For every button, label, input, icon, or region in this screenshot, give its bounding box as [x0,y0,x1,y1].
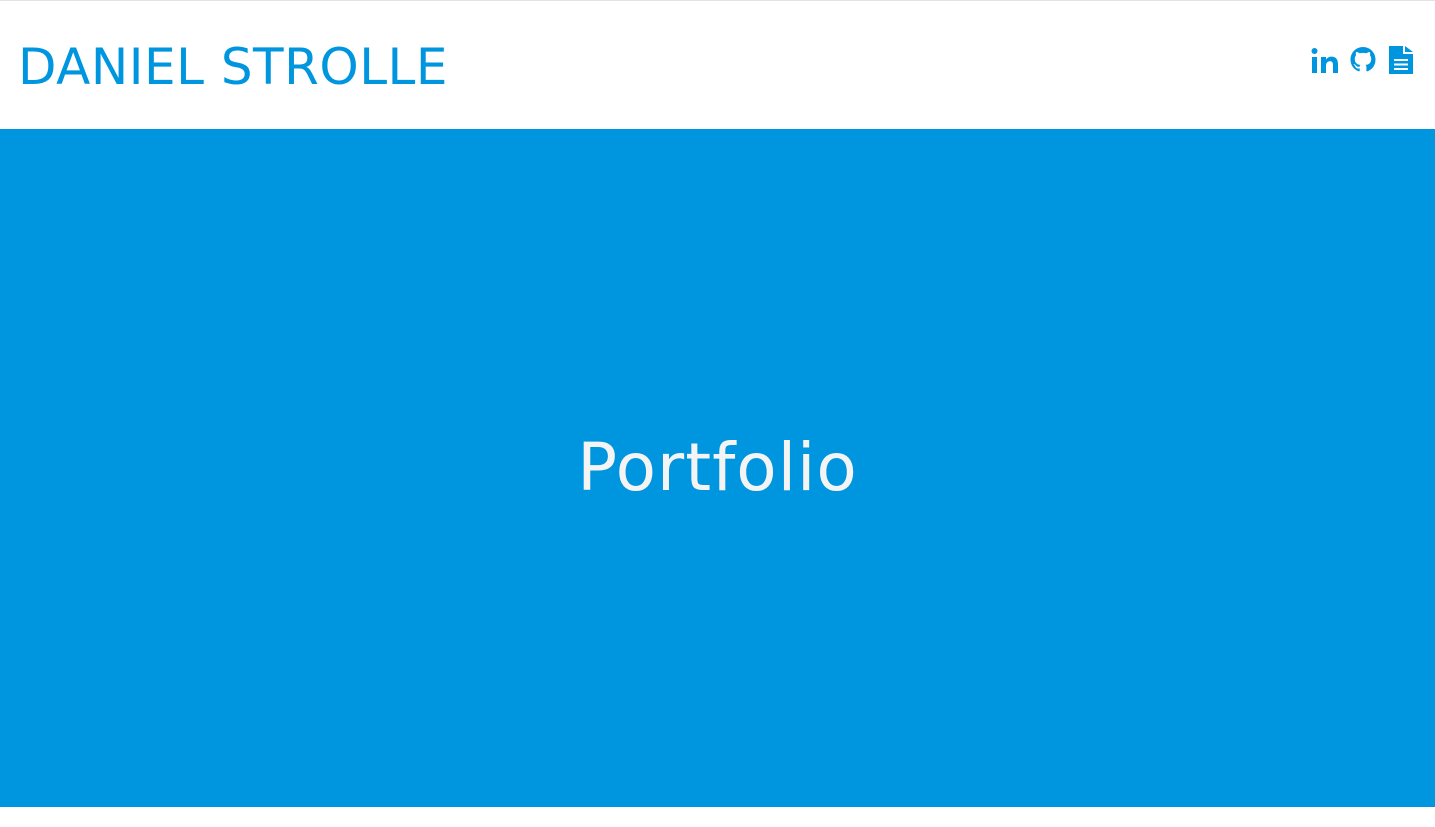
github-link[interactable] [1349,44,1377,76]
site-brand-link[interactable]: DANIEL STROLLE [18,37,448,97]
resume-link[interactable] [1387,44,1415,76]
hero-title: Portfolio [577,429,858,506]
linkedin-icon [1311,48,1338,73]
github-icon [1350,47,1376,72]
linkedin-link[interactable] [1311,44,1339,76]
social-links [1311,44,1415,76]
hero-banner: Portfolio [0,129,1435,807]
document-icon [1389,46,1413,74]
page-bottom-strip [0,807,1435,827]
site-header: DANIEL STROLLE [0,1,1435,129]
